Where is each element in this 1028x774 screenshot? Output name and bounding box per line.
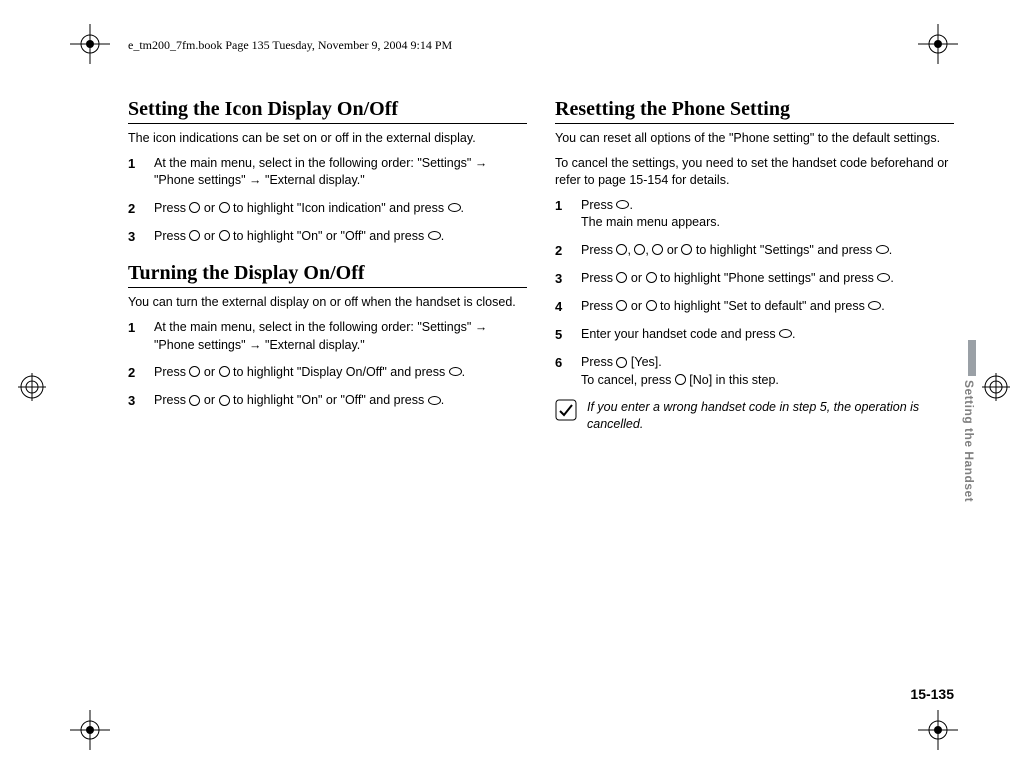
step-number: 1 xyxy=(128,155,142,190)
step-text: Press or to highlight "Icon indication" … xyxy=(154,200,527,218)
side-tab-bar xyxy=(968,340,976,376)
intro-reset-2: To cancel the settings, you need to set … xyxy=(555,155,954,189)
nav-up-icon xyxy=(616,272,627,283)
note: If you enter a wrong handset code in ste… xyxy=(555,399,954,433)
nav-down-icon xyxy=(219,202,230,213)
step-number: 6 xyxy=(555,354,569,389)
step-number: 3 xyxy=(128,392,142,410)
nav-down-icon xyxy=(646,272,657,283)
center-key-icon xyxy=(877,273,890,282)
heading-rule xyxy=(128,123,527,124)
heading-rule xyxy=(555,123,954,124)
heading-reset: Resetting the Phone Setting xyxy=(555,98,954,121)
step: 6 Press [Yes].To cancel, press [No] in t… xyxy=(555,354,954,389)
step-number: 1 xyxy=(128,319,142,354)
crop-mark-bl xyxy=(70,710,110,750)
heading-rule xyxy=(128,287,527,288)
step-text: Press or to highlight "On" or "Off" and … xyxy=(154,392,527,410)
checkmark-icon xyxy=(555,399,577,421)
nav-down-icon xyxy=(219,395,230,406)
step: 2 Press or to highlight "Icon indication… xyxy=(128,200,527,218)
center-key-icon xyxy=(448,203,461,212)
intro-reset-1: You can reset all options of the "Phone … xyxy=(555,130,954,147)
nav-up-icon xyxy=(616,244,627,255)
crop-mark-tl xyxy=(70,24,110,64)
nav-up-icon xyxy=(189,202,200,213)
step-text: At the main menu, select in the followin… xyxy=(154,319,527,354)
step: 4 Press or to highlight "Set to default"… xyxy=(555,298,954,316)
step-text: Press [Yes].To cancel, press [No] in thi… xyxy=(581,354,954,389)
nav-up-icon xyxy=(189,230,200,241)
steps-icon-display: 1 At the main menu, select in the follow… xyxy=(128,155,527,246)
step-text: Press or to highlight "Display On/Off" a… xyxy=(154,364,527,382)
center-key-icon xyxy=(876,245,889,254)
step-number: 3 xyxy=(555,270,569,288)
center-key-icon xyxy=(449,367,462,376)
steps-display-onoff: 1 At the main menu, select in the follow… xyxy=(128,319,527,410)
step-number: 2 xyxy=(555,242,569,260)
nav-up-icon xyxy=(189,366,200,377)
step-text: Press or to highlight "On" or "Off" and … xyxy=(154,228,527,246)
nav-down-icon xyxy=(646,300,657,311)
step: 2 Press or to highlight "Display On/Off"… xyxy=(128,364,527,382)
nav-down-icon xyxy=(634,244,645,255)
page-number: 15-135 xyxy=(910,686,954,702)
step-text: Enter your handset code and press . xyxy=(581,326,954,344)
heading-icon-display: Setting the Icon Display On/Off xyxy=(128,98,527,121)
intro-display-onoff: You can turn the external display on or … xyxy=(128,294,527,311)
steps-reset: 1 Press .The main menu appears. 2 Press … xyxy=(555,197,954,390)
step-number: 4 xyxy=(555,298,569,316)
center-key-icon xyxy=(616,200,629,209)
side-tab-label: Setting the Handset xyxy=(962,380,976,502)
step: 3 Press or to highlight "On" or "Off" an… xyxy=(128,228,527,246)
step: 3 Press or to highlight "Phone settings"… xyxy=(555,270,954,288)
registration-mark-right xyxy=(982,373,1010,401)
step: 1 At the main menu, select in the follow… xyxy=(128,155,527,190)
step: 3 Press or to highlight "On" or "Off" an… xyxy=(128,392,527,410)
nav-down-icon xyxy=(219,366,230,377)
softkey-icon xyxy=(675,374,686,385)
intro-icon-display: The icon indications can be set on or of… xyxy=(128,130,527,147)
step-number: 2 xyxy=(128,200,142,218)
step-text: Press or to highlight "Phone settings" a… xyxy=(581,270,954,288)
left-column: Setting the Icon Display On/Off The icon… xyxy=(128,98,527,676)
registration-mark-left xyxy=(18,373,46,401)
nav-up-icon xyxy=(616,300,627,311)
step-number: 2 xyxy=(128,364,142,382)
nav-up-icon xyxy=(189,395,200,406)
step: 1 At the main menu, select in the follow… xyxy=(128,319,527,354)
running-header: e_tm200_7fm.book Page 135 Tuesday, Novem… xyxy=(128,38,452,53)
crop-mark-br xyxy=(918,710,958,750)
step-number: 5 xyxy=(555,326,569,344)
step: 2 Press , , or to highlight "Settings" a… xyxy=(555,242,954,260)
note-text: If you enter a wrong handset code in ste… xyxy=(587,399,954,433)
step-text: Press .The main menu appears. xyxy=(581,197,954,232)
step-subtext: The main menu appears. xyxy=(581,214,954,232)
heading-display-onoff: Turning the Display On/Off xyxy=(128,262,527,285)
center-key-icon xyxy=(868,301,881,310)
nav-left-icon xyxy=(652,244,663,255)
step-text: At the main menu, select in the followin… xyxy=(154,155,527,190)
step-subtext: To cancel, press [No] in this step. xyxy=(581,372,954,390)
step-number: 1 xyxy=(555,197,569,232)
side-tab: Setting the Handset xyxy=(962,380,976,530)
right-column: Resetting the Phone Setting You can rese… xyxy=(555,98,954,676)
nav-down-icon xyxy=(219,230,230,241)
center-key-icon xyxy=(779,329,792,338)
step: 1 Press .The main menu appears. xyxy=(555,197,954,232)
step: 5 Enter your handset code and press . xyxy=(555,326,954,344)
center-key-icon xyxy=(428,231,441,240)
step-number: 3 xyxy=(128,228,142,246)
step-text: Press , , or to highlight "Settings" and… xyxy=(581,242,954,260)
step-text: Press or to highlight "Set to default" a… xyxy=(581,298,954,316)
softkey-icon xyxy=(616,357,627,368)
center-key-icon xyxy=(428,396,441,405)
nav-right-icon xyxy=(681,244,692,255)
crop-mark-tr xyxy=(918,24,958,64)
content-area: Setting the Icon Display On/Off The icon… xyxy=(128,98,954,676)
